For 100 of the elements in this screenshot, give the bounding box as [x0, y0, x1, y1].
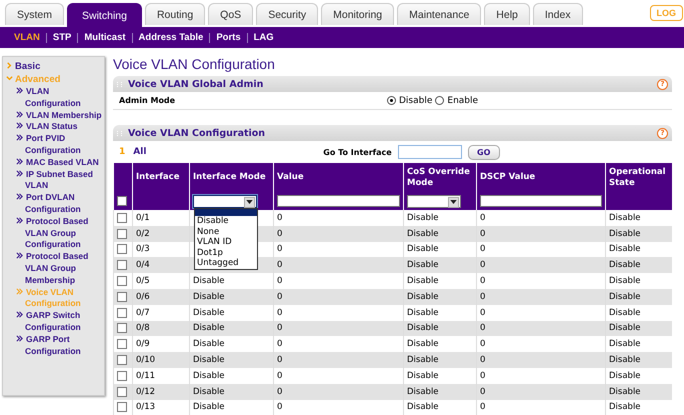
table-cell: 0 — [277, 292, 282, 302]
dropdown-option[interactable]: Untagged — [195, 258, 257, 268]
table-cell: Disable — [193, 276, 225, 286]
subnav-link[interactable]: LAG — [254, 32, 274, 43]
interface-field[interactable] — [398, 145, 462, 159]
subnav-link[interactable]: Multicast — [84, 32, 126, 43]
nav-tab[interactable]: Routing — [144, 3, 206, 25]
dropdown-option[interactable]: Disable — [195, 216, 257, 226]
table-cell: 0 — [480, 355, 486, 366]
sidebar-item[interactable]: GARP Port Configuration — [3, 334, 104, 358]
dscp-field[interactable] — [480, 194, 602, 207]
chevron-right-icon — [6, 62, 13, 69]
value-field[interactable] — [277, 194, 400, 207]
chevron-icon — [16, 122, 23, 130]
table-cell: Disable — [407, 212, 439, 223]
table-cell: 0 — [277, 402, 282, 412]
checkbox[interactable] — [117, 244, 127, 254]
table-cell: Disable — [407, 244, 439, 254]
chevron-icon — [16, 134, 23, 142]
sidebar-item[interactable]: MAC Based VLAN — [3, 156, 104, 169]
table-cell: 0/9 — [136, 339, 150, 350]
table-cell: Disable — [407, 339, 439, 350]
checkbox[interactable] — [117, 323, 127, 334]
checkbox[interactable] — [117, 386, 127, 396]
checkbox[interactable] — [117, 402, 127, 412]
table-cell: 0/8 — [136, 323, 150, 334]
nav-tab[interactable]: Index — [532, 3, 583, 25]
table-cell: Disable — [407, 386, 439, 397]
sidebar-item[interactable]: Protocol Based VLAN Group Configuration — [3, 216, 104, 252]
table-cell: Disable — [609, 292, 641, 302]
sidebar-item[interactable]: Port PVID Configuration — [3, 133, 104, 157]
chevron-icon — [16, 193, 23, 200]
table-cell: 0/7 — [136, 308, 150, 318]
checkbox[interactable] — [117, 228, 127, 239]
subnav-link[interactable]: Address Table — [138, 32, 204, 43]
table-cell: 0 — [480, 228, 486, 239]
radio-button[interactable] — [387, 96, 396, 105]
table-cell: 0/12 — [136, 386, 156, 397]
radio-label: Enable — [447, 96, 478, 106]
table-cell: 0/5 — [136, 276, 150, 286]
sidebar-item[interactable]: Protocol Based VLAN Group Membership — [3, 251, 104, 287]
dropdown-option[interactable]: None — [195, 226, 257, 237]
sidebar-item[interactable]: VLAN Configuration — [3, 86, 104, 110]
nav-tab[interactable]: Maintenance — [397, 3, 482, 25]
table-cell: 0 — [480, 244, 486, 254]
section-title: Voice VLAN Global Admin — [128, 78, 264, 90]
radio-label: Disable — [399, 96, 432, 106]
subnav-link[interactable]: Ports — [216, 32, 241, 43]
sidebar-item[interactable]: GARP Switch Configuration — [3, 310, 104, 334]
sidebar-item[interactable]: VLAN Status — [3, 121, 104, 134]
chevron-down-icon — [6, 75, 13, 82]
checkbox[interactable] — [117, 212, 127, 223]
table-cell: Disable — [609, 370, 641, 381]
caret-icon — [246, 200, 253, 204]
sidebar-item[interactable]: VLAN Membership — [3, 110, 104, 122]
table-cell: 0 — [277, 276, 282, 286]
checkbox[interactable] — [117, 260, 127, 270]
all-link[interactable]: All — [133, 147, 324, 157]
dropdown-option[interactable]: VLAN ID — [195, 237, 257, 248]
nav-tab[interactable]: Security — [256, 3, 318, 25]
sidebar-item[interactable]: Basic — [3, 60, 104, 73]
checkbox[interactable] — [117, 370, 127, 381]
go-button[interactable]: GO — [468, 144, 500, 160]
table-cell: 0/4 — [136, 260, 150, 270]
table-cell: Disable — [609, 228, 641, 239]
table-cell: Disable — [609, 308, 641, 318]
chevron-icon — [16, 110, 23, 118]
nav-tab[interactable]: System — [5, 3, 64, 25]
checkbox[interactable] — [117, 354, 127, 365]
chevron-icon — [16, 170, 23, 177]
checkbox[interactable] — [117, 196, 127, 206]
nav-tab[interactable]: Monitoring — [321, 3, 394, 25]
chevron-icon — [16, 216, 23, 224]
interface-mode-select[interactable] — [193, 194, 257, 208]
sidebar-item[interactable]: Port DVLAN Configuration — [3, 192, 104, 216]
sidebar-item[interactable]: IP Subnet Based VLAN — [3, 168, 104, 192]
nav-tab[interactable]: Help — [484, 3, 530, 25]
subnav-link[interactable]: STP — [52, 32, 72, 43]
table-cell: Disable — [407, 276, 439, 286]
table-cell: 0/11 — [136, 370, 156, 381]
checkbox[interactable] — [117, 339, 127, 350]
cos-mode-select[interactable] — [407, 194, 461, 208]
nav-tab[interactable]: QoS — [208, 3, 254, 25]
checkbox[interactable] — [117, 292, 127, 302]
radio-button[interactable] — [435, 96, 444, 105]
nav-tab[interactable]: Switching — [67, 3, 142, 27]
table-cell: 0 — [277, 244, 282, 254]
table-cell: 0 — [277, 212, 282, 223]
checkbox[interactable] — [117, 308, 127, 318]
table-cell: 0/13 — [136, 402, 156, 412]
table-cell: 0 — [480, 402, 486, 412]
checkbox[interactable] — [117, 276, 127, 286]
table-cell: Disable — [609, 212, 641, 223]
table-cell: 0 — [277, 355, 282, 366]
dropdown-option[interactable]: Dot1p — [195, 248, 257, 258]
table-cell: 0/2 — [136, 228, 150, 239]
subnav-link[interactable]: VLAN — [14, 32, 40, 43]
table-cell: 0 — [277, 339, 282, 350]
chevron-icon — [16, 252, 23, 260]
table-cell: 0 — [480, 212, 486, 223]
